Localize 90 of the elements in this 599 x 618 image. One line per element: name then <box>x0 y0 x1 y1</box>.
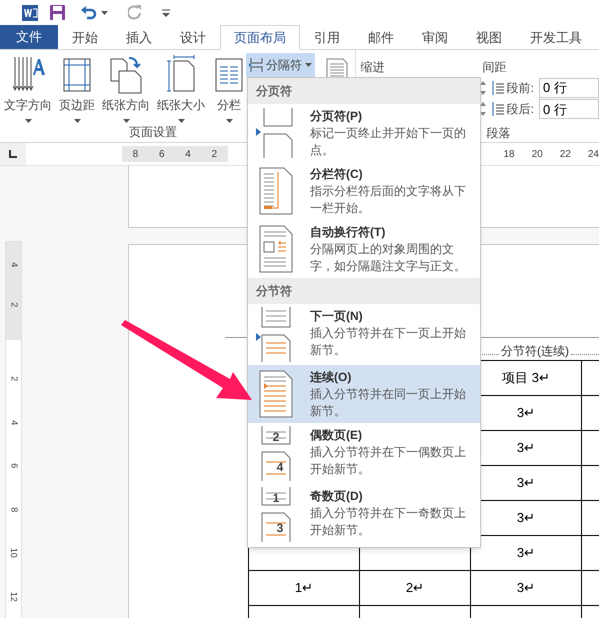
ruler-number: 20 <box>532 148 543 162</box>
ruler-number: 4 <box>185 148 191 162</box>
indent-label: 缩进 <box>360 59 386 76</box>
caret-icon <box>226 119 232 123</box>
menu-item-description: 分隔网页上的对象周围的文字，如分隔题注文字与正文。 <box>310 241 467 275</box>
table-cell-text: 项目 3↵ <box>502 369 550 388</box>
spacing-label: 段前: <box>506 80 534 98</box>
caret-icon <box>24 119 32 123</box>
save-icon[interactable] <box>50 5 65 20</box>
menu-item-title: 连续(O) <box>310 369 352 386</box>
ribbon-tab[interactable]: 邮件 <box>354 25 408 50</box>
ruler-number: 2 <box>212 148 218 162</box>
ribbon-tab[interactable]: 视图 <box>462 25 516 50</box>
breaks-icon <box>249 58 263 72</box>
ribbon-tab[interactable]: 插入 <box>112 25 166 50</box>
breaks-button[interactable]: 分隔符 <box>246 53 315 77</box>
ruler-number: 22 <box>560 148 571 162</box>
table-cell-text: 3↵ <box>516 579 536 598</box>
caret-icon <box>122 119 130 123</box>
table-cell-text: 3↵ <box>516 474 536 492</box>
table-cell-text: 2↵ <box>406 579 424 598</box>
ruler-number: 24 <box>588 148 599 162</box>
ruler-number: 8 <box>8 506 20 512</box>
spacing-icon <box>490 101 504 118</box>
table-cell-text: 3↵ <box>516 509 536 528</box>
menu-section-header: 分节符 <box>248 278 480 304</box>
menu-item-title: 分栏符(C) <box>310 166 364 183</box>
menu-item[interactable]: 分栏符(C) 指示分栏符后面的文字将从下一栏开始。 <box>248 162 480 220</box>
ruler-number: 2 <box>8 302 20 307</box>
spinner-icon[interactable] <box>478 100 487 118</box>
ruler-number: 4 <box>8 262 20 268</box>
word-logo-icon[interactable] <box>22 4 38 20</box>
caret-icon <box>101 10 108 14</box>
menu-item[interactable]: 1 3 奇数页(D) 插入分节符并在下一奇数页上开始新节。 <box>248 484 480 545</box>
ruler-number: 4 <box>8 420 20 425</box>
customize-icon[interactable] <box>162 8 170 16</box>
ruler-number: 8 <box>132 148 138 162</box>
table-cell-text: 3↵ <box>516 544 536 562</box>
undo-icon[interactable] <box>81 6 97 20</box>
menu-section-header: 分页符 <box>248 78 480 104</box>
menu-item[interactable]: 分页符(P) 标记一页终止并开始下一页的点。 <box>248 104 480 162</box>
ruler-number: 6 <box>158 148 165 162</box>
caret-icon <box>178 119 184 123</box>
ribbon-button[interactable]: 纸张方向 <box>100 55 152 123</box>
ruler-number: 2 <box>8 376 20 382</box>
menu-item[interactable]: 自动换行符(T) 分隔网页上的对象周围的文字，如分隔题注文字与正文。 <box>248 220 480 278</box>
ribbon-tab[interactable]: 开始 <box>58 25 112 50</box>
menu-item-title: 分页符(P) <box>310 108 363 125</box>
menu-item[interactable]: 2 4 偶数页(E) 插入分节符并在下一偶数页上开始新节。 <box>248 423 480 484</box>
ruler-number: 6 <box>8 463 20 468</box>
menu-item-description: 标记一页终止并开始下一页的点。 <box>310 125 467 159</box>
menu-item[interactable]: 连续(O) 插入分节符并在同一页上开始新节。 <box>248 365 480 423</box>
section-break-mark: 分节符(连续) <box>501 343 569 360</box>
ribbon-tab[interactable]: 页面布局 <box>220 25 300 50</box>
menu-item-description: 插入分节符并在下一页上开始新节。 <box>310 325 467 359</box>
menu-item-description: 指示分栏符后面的文字将从下一栏开始。 <box>310 183 467 217</box>
menu-item-description: 插入分节符并在同一页上开始新节。 <box>310 386 467 420</box>
table-cell-text: 3↵ <box>516 404 536 422</box>
menu-item-title: 偶数页(E) <box>310 427 363 444</box>
ribbon-tab[interactable]: 引用 <box>300 25 354 50</box>
ribbon-tab[interactable]: 开发工具 <box>516 25 596 50</box>
ribbon-tab[interactable]: 审阅 <box>408 25 462 50</box>
menu-item-title: 奇数页(D) <box>310 488 364 505</box>
menu-item[interactable]: 下一页(N) 插入分节符并在下一页上开始新节。 <box>248 304 480 365</box>
caret-icon <box>305 63 312 67</box>
table-cell-text: 1↵ <box>294 579 314 598</box>
ruler-number: 10 <box>8 548 20 558</box>
spacing-icon <box>490 80 504 96</box>
caret-icon <box>74 119 80 123</box>
ribbon-tab[interactable]: 设计 <box>166 25 220 50</box>
ribbon-button[interactable]: 文字方向 <box>2 55 54 123</box>
spacing-label: 段后: <box>506 101 534 118</box>
table-cell-text: 3↵ <box>516 439 536 458</box>
spacing-label: 间距 <box>482 59 507 76</box>
ribbon-button[interactable]: 分栏 <box>210 55 248 123</box>
spacing-field[interactable]: 0 行 <box>539 99 599 120</box>
spacing-field[interactable]: 0 行 <box>539 78 599 98</box>
group-label: 页面设置 <box>129 124 177 141</box>
ruler-number: 18 <box>504 148 515 162</box>
menu-item-title: 自动换行符(T) <box>310 224 386 241</box>
menu-item-description: 插入分节符并在下一偶数页上开始新节。 <box>310 444 467 478</box>
file-tab[interactable]: 文件 <box>0 25 58 49</box>
orientation-icon <box>109 55 143 95</box>
ribbon-button[interactable]: 纸张大小 <box>155 55 207 123</box>
menu-item-description: 插入分节符并在下一奇数页上开始新节。 <box>310 505 467 539</box>
group-label: 段落 <box>486 125 511 142</box>
tab-stop-icon[interactable] <box>9 150 18 158</box>
ruler-number: 12 <box>8 591 20 602</box>
menu-item-title: 下一页(N) <box>310 308 364 325</box>
ribbon-button[interactable]: 页边距 <box>57 55 97 123</box>
